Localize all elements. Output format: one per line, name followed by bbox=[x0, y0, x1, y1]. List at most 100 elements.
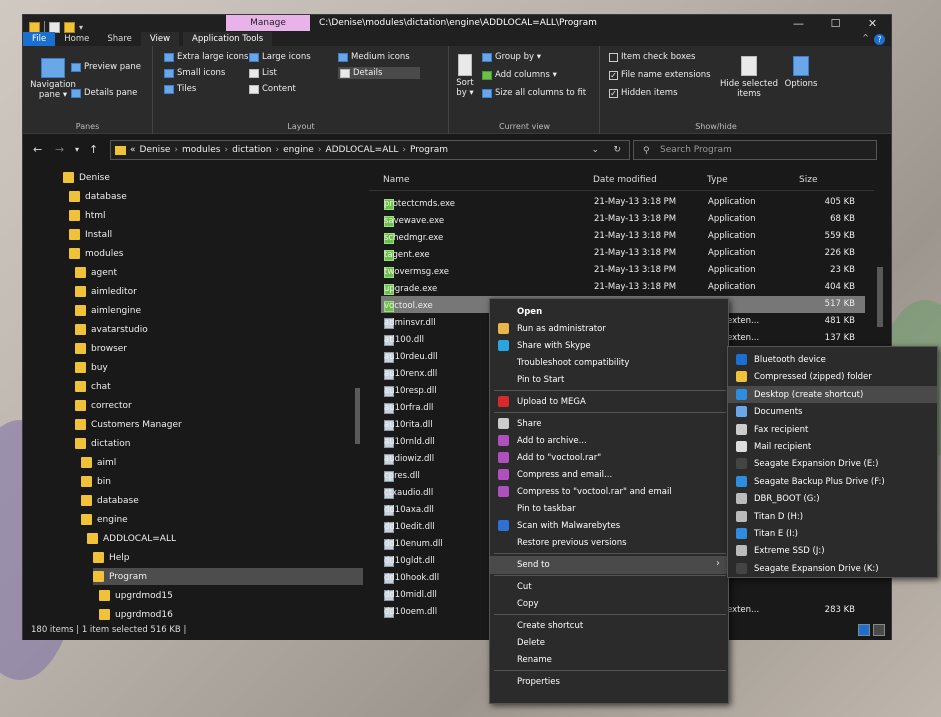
menu-item-share-with-skype[interactable]: Share with Skype bbox=[490, 337, 728, 355]
search-input[interactable]: ⚲ Search Program bbox=[633, 140, 877, 160]
tree-item-html[interactable]: html bbox=[69, 207, 106, 224]
back-arrow-icon[interactable]: ← bbox=[33, 143, 42, 156]
column-name[interactable]: Name bbox=[383, 175, 410, 185]
menu-item-compress-to-voctool-rar-and-email[interactable]: Compress to "voctool.rar" and email bbox=[490, 483, 728, 501]
hide-selected-items-button[interactable]: Hide selected items bbox=[719, 56, 779, 99]
medium-icons-option[interactable]: Medium icons bbox=[338, 52, 410, 62]
hidden-items-toggle[interactable]: ✓ Hidden items bbox=[609, 88, 678, 98]
send-to-documents[interactable]: Documents bbox=[728, 403, 937, 420]
tab-application-tools[interactable]: Application Tools bbox=[183, 32, 273, 46]
menu-item-delete[interactable]: Delete bbox=[490, 634, 728, 652]
minimize-button[interactable]: — bbox=[780, 15, 817, 33]
chevron-right-icon[interactable]: › bbox=[174, 145, 178, 155]
tree-item-aimlengine[interactable]: aimlengine bbox=[75, 302, 141, 319]
tree-item-engine[interactable]: engine bbox=[81, 511, 128, 528]
tree-item-avatarstudio[interactable]: avatarstudio bbox=[75, 321, 148, 338]
small-icons-option[interactable]: Small icons bbox=[164, 68, 225, 78]
minimize-ribbon-icon[interactable]: ^ bbox=[862, 33, 869, 42]
recent-locations-icon[interactable]: ▾ bbox=[75, 145, 79, 154]
send-to-mail-recipient[interactable]: Mail recipient bbox=[728, 438, 937, 455]
tree-item-addlocal-all[interactable]: ADDLOCAL=ALL bbox=[87, 530, 176, 547]
tree-item-bin[interactable]: bin bbox=[81, 473, 111, 490]
tree-item-database[interactable]: database bbox=[69, 188, 127, 205]
send-to-extreme-ssd-j[interactable]: Extreme SSD (J:) bbox=[728, 542, 937, 559]
menu-item-pin-to-start[interactable]: Pin to Start bbox=[490, 371, 728, 389]
file-row[interactable]: tagent.exe 21-May-13 3:18 PM Application 22… bbox=[381, 245, 865, 262]
forward-arrow-icon[interactable]: → bbox=[55, 143, 64, 156]
breadcrumb-addlocal[interactable]: ADDLOCAL=ALL bbox=[325, 145, 398, 155]
tab-share[interactable]: Share bbox=[98, 32, 141, 46]
column-type[interactable]: Type bbox=[707, 175, 728, 185]
menu-item-restore-previous-versions[interactable]: Restore previous versions bbox=[490, 534, 728, 552]
send-to-bluetooth-device[interactable]: Bluetooth device bbox=[728, 351, 937, 368]
new-folder-icon[interactable] bbox=[64, 21, 75, 33]
breadcrumb-engine[interactable]: engine bbox=[283, 145, 314, 155]
send-to-compressed-zipped-folder[interactable]: Compressed (zipped) folder bbox=[728, 368, 937, 385]
tree-item-help[interactable]: Help bbox=[93, 549, 130, 566]
tab-view[interactable]: View bbox=[140, 32, 180, 46]
group-by-button[interactable]: Group by ▾ bbox=[482, 52, 541, 62]
tree-item-aimleditor[interactable]: aimleditor bbox=[75, 283, 137, 300]
menu-item-properties[interactable]: Properties bbox=[490, 673, 728, 691]
tree-item-dictation[interactable]: dictation bbox=[75, 435, 130, 452]
tree-item-install[interactable]: Install bbox=[69, 226, 112, 243]
large-icons-view-icon[interactable] bbox=[873, 624, 885, 636]
tree-item-modules[interactable]: modules bbox=[69, 245, 123, 262]
menu-item-scan-with-malwarebytes[interactable]: Scan with Malwarebytes bbox=[490, 517, 728, 535]
help-icon[interactable]: ? bbox=[874, 34, 885, 45]
navigation-pane-button[interactable]: Navigation pane ▾ bbox=[30, 58, 76, 100]
details-option[interactable]: Details bbox=[338, 67, 420, 79]
send-to-desktop-create-shortcut[interactable]: Desktop (create shortcut) bbox=[728, 385, 937, 403]
menu-item-pin-to-taskbar[interactable]: Pin to taskbar bbox=[490, 500, 728, 518]
menu-item-add-to-archive[interactable]: Add to archive... bbox=[490, 432, 728, 450]
breadcrumb-dictation[interactable]: dictation bbox=[232, 145, 271, 155]
breadcrumb-modules[interactable]: modules bbox=[182, 145, 220, 155]
send-to-dbr-boot-g[interactable]: DBR_BOOT (G:) bbox=[728, 490, 937, 507]
menu-item-share[interactable]: Share bbox=[490, 415, 728, 433]
options-button[interactable]: Options bbox=[781, 56, 821, 89]
address-bar[interactable]: « Denise › modules › dictation › engine › AD… bbox=[110, 140, 630, 160]
tree-item-database[interactable]: database bbox=[81, 492, 139, 509]
tree-scrollbar[interactable] bbox=[354, 173, 361, 619]
send-to-seagate-expansion-drive-k[interactable]: Seagate Expansion Drive (K:) bbox=[728, 560, 937, 577]
item-check-boxes-toggle[interactable]: Item check boxes bbox=[609, 52, 695, 62]
up-arrow-icon[interactable]: ↑ bbox=[89, 143, 98, 156]
file-row[interactable]: upgrade.exe 21-May-13 3:18 PM Application 4… bbox=[381, 279, 865, 296]
preview-pane-button[interactable]: Preview pane bbox=[71, 62, 141, 72]
size-all-columns-button[interactable]: Size all columns to fit bbox=[482, 88, 586, 98]
close-button[interactable]: ✕ bbox=[854, 15, 891, 33]
tree-item-aiml[interactable]: aiml bbox=[81, 454, 116, 471]
manage-context-tab[interactable]: Manage bbox=[226, 15, 310, 31]
tiles-option[interactable]: Tiles bbox=[164, 84, 196, 94]
column-date-modified[interactable]: Date modified bbox=[593, 175, 657, 185]
maximize-button[interactable]: ☐ bbox=[817, 15, 854, 33]
extra-large-icons-option[interactable]: Extra large icons bbox=[164, 52, 248, 62]
breadcrumb-overflow[interactable]: « bbox=[130, 145, 136, 155]
send-to-seagate-backup-plus-drive-f[interactable]: Seagate Backup Plus Drive (F:) bbox=[728, 473, 937, 490]
properties-icon[interactable] bbox=[49, 21, 60, 33]
add-columns-button[interactable]: Add columns ▾ bbox=[482, 70, 557, 80]
column-size[interactable]: Size bbox=[799, 175, 817, 185]
details-pane-button[interactable]: Details pane bbox=[71, 88, 137, 98]
tree-item-customers-manager[interactable]: Customers Manager bbox=[75, 416, 182, 433]
content-option[interactable]: Content bbox=[249, 84, 296, 94]
tree-item-program[interactable]: Program bbox=[93, 568, 363, 585]
breadcrumb-program[interactable]: Program bbox=[410, 145, 448, 155]
sort-by-button[interactable]: Sort by ▾ bbox=[454, 54, 476, 98]
tab-home[interactable]: Home bbox=[55, 32, 98, 46]
send-to-seagate-expansion-drive-e[interactable]: Seagate Expansion Drive (E:) bbox=[728, 455, 937, 472]
tree-item-chat[interactable]: chat bbox=[75, 378, 111, 395]
chevron-right-icon[interactable]: › bbox=[318, 145, 322, 155]
menu-item-create-shortcut[interactable]: Create shortcut bbox=[490, 617, 728, 635]
customize-qat-icon[interactable]: ▾ bbox=[79, 23, 83, 32]
send-to-fax-recipient[interactable]: Fax recipient bbox=[728, 421, 937, 438]
large-icons-option[interactable]: Large icons bbox=[249, 52, 311, 62]
tree-item-upgrdmod15[interactable]: upgrdmod15 bbox=[99, 587, 173, 604]
file-row[interactable]: protectcmds.exe 21-May-13 3:18 PM Applicat… bbox=[381, 194, 865, 211]
menu-item-run-as-administrator[interactable]: Run as administrator bbox=[490, 320, 728, 338]
tree-item-corrector[interactable]: corrector bbox=[75, 397, 132, 414]
tree-item-denise[interactable]: Denise bbox=[63, 169, 110, 186]
send-to-titan-d-h[interactable]: Titan D (H:) bbox=[728, 508, 937, 525]
menu-item-troubleshoot-compatibility[interactable]: Troubleshoot compatibility bbox=[490, 354, 728, 372]
menu-item-rename[interactable]: Rename bbox=[490, 651, 728, 669]
